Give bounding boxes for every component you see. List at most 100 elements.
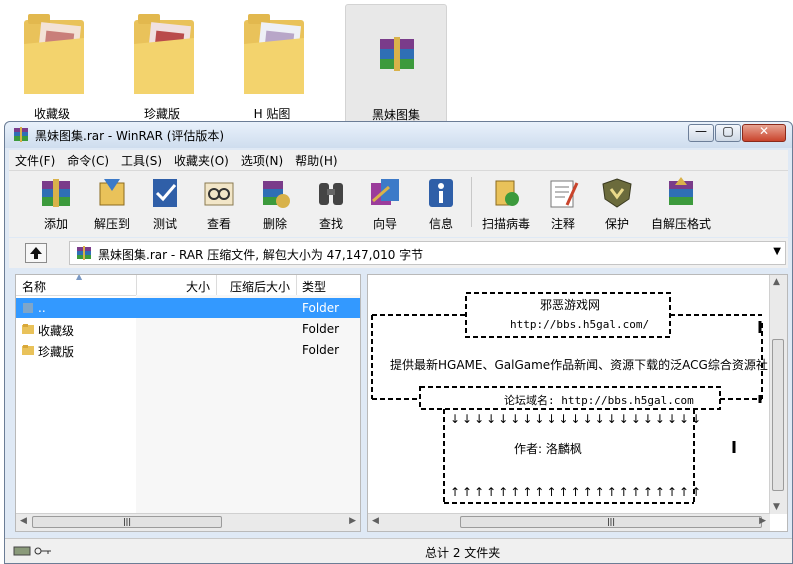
add-button[interactable]: 添加 <box>25 175 87 233</box>
winrar-icon <box>14 127 28 142</box>
protect-label: 保护 <box>604 217 629 231</box>
desktop-folder-label: H 贴图 <box>253 107 291 121</box>
delete-icon <box>263 181 290 208</box>
desktop-folder-h-tietu[interactable]: H 贴图 <box>222 4 322 122</box>
menu-commands[interactable]: 命令(C) <box>61 150 115 170</box>
comment-author: 作者: 洛麟枫 <box>514 442 582 456</box>
file-list-hscrollbar[interactable]: ◀ ||| ▶ <box>16 513 360 531</box>
menu-tools[interactable]: 工具(S) <box>115 150 168 170</box>
title-bar[interactable]: 黑妹图集.rar - WinRAR (评估版本) — ▢ ✕ <box>5 122 792 148</box>
find-label: 查找 <box>318 217 343 231</box>
desktop-folder-zhencangban[interactable]: 珍藏版 <box>112 4 212 122</box>
address-bar: 黑妹图集.rar - RAR 压缩文件, 解包大小为 47,147,010 字节… <box>9 238 788 268</box>
comment-domain-line: 论坛域名: http://bbs.h5gal.com <box>504 394 694 407</box>
menu-favorites[interactable]: 收藏夹(O) <box>168 150 235 170</box>
comment-up-arrows: ↑↑↑↑↑↑↑↑↑↑↑↑↑↑↑↑↑↑↑↑↑ <box>450 485 704 499</box>
menu-file[interactable]: 文件(F) <box>9 150 61 170</box>
scroll-thumb[interactable]: ||| <box>32 516 222 528</box>
menu-bar: 文件(F) 命令(C) 工具(S) 收藏夹(O) 选项(N) 帮助(H) <box>9 150 788 170</box>
sfx-button[interactable]: 自解压格式 <box>645 175 717 233</box>
scroll-down-icon[interactable]: ▼ <box>773 502 780 512</box>
comment-slogan: 提供最新HGAME、GalGame作品新闻、资源下载的泛ACG综合资源社区. <box>390 358 784 372</box>
up-one-level-button[interactable] <box>25 243 47 263</box>
file-type: Folder <box>302 301 340 315</box>
column-name[interactable]: 名称 <box>22 278 46 295</box>
desktop-folder-shoucangji[interactable]: 收藏级 <box>2 4 102 122</box>
folder-icon <box>22 324 34 334</box>
comment-vscrollbar[interactable]: ▲ ▼ <box>769 275 787 514</box>
desktop-folder-label: 珍藏版 <box>143 107 180 121</box>
file-row-shoucangji[interactable]: 收藏级 Folder <box>16 319 360 339</box>
scroll-thumb[interactable] <box>772 339 784 491</box>
desktop-rar-heimei[interactable]: 黑妹图集 <box>345 4 447 124</box>
sfx-icon <box>669 177 693 205</box>
archive-path-field[interactable]: 黑妹图集.rar - RAR 压缩文件, 解包大小为 47,147,010 字节… <box>69 241 786 265</box>
shield-icon <box>602 178 632 208</box>
folder-icon <box>24 14 84 94</box>
sfx-label: 自解压格式 <box>650 217 711 231</box>
extract-to-label: 解压到 <box>93 217 130 231</box>
column-size[interactable]: 大小 <box>186 278 210 295</box>
file-type: Folder <box>302 322 340 336</box>
wizard-icon <box>371 179 399 205</box>
file-list-pane: 名称 ▲ 大小 压缩后大小 类型 .. Folder 收藏级 Folder 珍藏… <box>15 274 361 532</box>
delete-button[interactable]: 删除 <box>249 175 301 233</box>
minimize-button[interactable]: — <box>688 124 714 142</box>
scroll-right-icon[interactable]: ▶ <box>759 516 766 526</box>
virus-scan-icon <box>495 180 519 206</box>
maximize-button[interactable]: ▢ <box>715 124 741 142</box>
folder-icon <box>244 14 304 94</box>
file-name: 收藏级 <box>38 324 75 338</box>
add-archive-icon <box>42 179 70 207</box>
find-button[interactable]: 查找 <box>305 175 357 233</box>
comment-hscrollbar[interactable]: ◀ ||| ▶ <box>368 513 770 531</box>
scroll-up-icon[interactable]: ▲ <box>773 277 780 287</box>
winrar-archive-icon <box>380 37 414 71</box>
column-type[interactable]: 类型 <box>302 278 326 295</box>
scroll-thumb[interactable]: ||| <box>460 516 762 528</box>
file-name: .. <box>38 301 46 315</box>
view-button[interactable]: 查看 <box>193 175 245 233</box>
add-label: 添加 <box>43 217 68 231</box>
file-row-zhencangban[interactable]: 珍藏版 Folder <box>16 340 360 360</box>
scroll-left-icon[interactable]: ◀ <box>372 516 379 526</box>
archive-path-text: 黑妹图集.rar - RAR 压缩文件, 解包大小为 47,147,010 字节 <box>98 248 424 262</box>
toolbar: 添加 解压到 测试 查看 删除 查找 向导 信息 扫描病毒 注释 保护 自解压格… <box>9 170 788 237</box>
column-packed-size[interactable]: 压缩后大小 <box>230 278 290 295</box>
winrar-window: 黑妹图集.rar - WinRAR (评估版本) — ▢ ✕ 文件(F) 命令(… <box>4 121 793 564</box>
folder-icon <box>134 14 194 94</box>
comment-site-name: 邪恶游戏网 <box>540 298 601 312</box>
sort-arrow-icon: ▲ <box>76 274 83 281</box>
file-name: 珍藏版 <box>38 345 75 359</box>
scroll-right-icon[interactable]: ▶ <box>349 516 356 526</box>
comment-url: http://bbs.h5gal.com/ <box>510 318 650 331</box>
menu-help[interactable]: 帮助(H) <box>289 150 343 170</box>
info-button[interactable]: 信息 <box>415 175 467 233</box>
binoculars-icon <box>319 183 343 205</box>
extract-to-button[interactable]: 解压到 <box>83 175 141 233</box>
close-button[interactable]: ✕ <box>742 124 786 142</box>
info-label: 信息 <box>428 217 453 231</box>
menu-options[interactable]: 选项(N) <box>235 150 289 170</box>
comment-button[interactable]: 注释 <box>537 175 589 233</box>
wizard-button[interactable]: 向导 <box>359 175 411 233</box>
folder-up-icon <box>30 247 42 259</box>
wizard-label: 向导 <box>372 217 397 231</box>
scroll-left-icon[interactable]: ◀ <box>20 516 27 526</box>
comment-label: 注释 <box>550 217 575 231</box>
status-bar: 总计 2 文件夹 <box>5 538 792 563</box>
toolbar-separator <box>471 177 472 227</box>
file-type: Folder <box>302 343 340 357</box>
virus-scan-button[interactable]: 扫描病毒 <box>475 175 537 233</box>
window-title: 黑妹图集.rar - WinRAR (评估版本) <box>35 129 225 143</box>
desktop-folder-label: 收藏级 <box>33 107 70 121</box>
extract-to-icon <box>99 179 125 206</box>
view-label: 查看 <box>206 217 231 231</box>
virus-scan-label: 扫描病毒 <box>481 217 530 231</box>
protect-button[interactable]: 保护 <box>591 175 643 233</box>
dropdown-arrow-icon[interactable]: ▼ <box>773 246 781 257</box>
folder-up-icon <box>23 303 33 313</box>
test-button[interactable]: 测试 <box>139 175 191 233</box>
drive-key-icon <box>13 546 51 556</box>
file-row-parent[interactable]: .. Folder <box>16 298 360 318</box>
